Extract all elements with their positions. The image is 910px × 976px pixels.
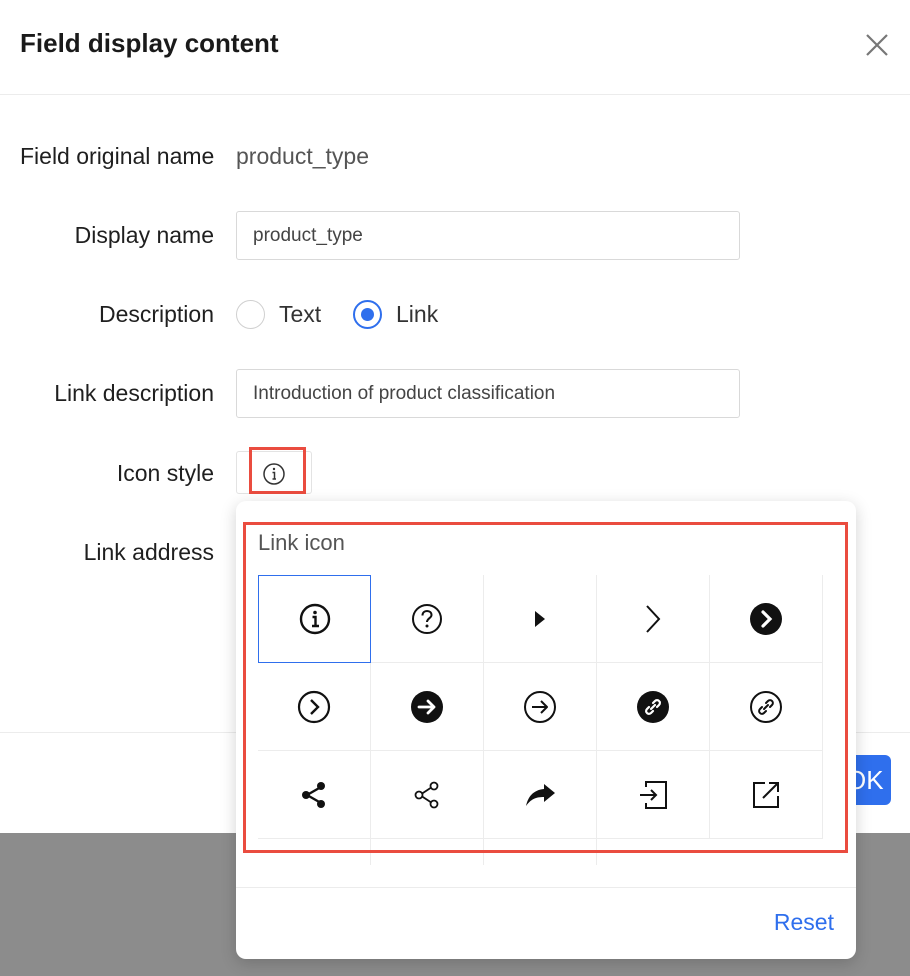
link-circle-icon xyxy=(750,690,782,723)
icon-cell-info[interactable] xyxy=(258,575,371,663)
icon-cell-link-circle[interactable] xyxy=(710,663,823,751)
radio-link-circle[interactable] xyxy=(353,300,382,329)
link-filled-circle-icon xyxy=(637,690,669,723)
login-box-icon xyxy=(640,780,667,809)
reset-link[interactable]: Reset xyxy=(774,909,834,936)
radio-text-circle[interactable] xyxy=(236,300,265,329)
icon-cell-arrow-filled[interactable] xyxy=(371,663,484,751)
link-description-input[interactable] xyxy=(236,369,740,418)
display-name-input[interactable] xyxy=(236,211,740,260)
icon-cell-login-box[interactable] xyxy=(597,751,710,839)
display-name-label: Display name xyxy=(74,222,214,248)
original-name-value: product_type xyxy=(236,143,369,169)
icon-cell-chevron-circle[interactable] xyxy=(258,663,371,751)
icon-grid xyxy=(258,575,826,865)
icon-cell-share-outline[interactable] xyxy=(371,751,484,839)
icon-cell-external-link[interactable] xyxy=(710,751,823,839)
popover-divider xyxy=(236,887,856,888)
share-outline-icon xyxy=(414,781,439,808)
icon-cell-question[interactable] xyxy=(371,575,484,663)
icon-cell-arrow-circle[interactable] xyxy=(484,663,597,751)
icon-cell-caret-right[interactable] xyxy=(484,575,597,663)
icon-style-label: Icon style xyxy=(116,460,214,486)
link-address-label: Link address xyxy=(83,539,214,565)
chevron-right-icon xyxy=(646,604,661,633)
icon-cell-partial-1 xyxy=(258,839,371,865)
radio-text-label: Text xyxy=(279,301,322,327)
close-icon[interactable] xyxy=(860,28,894,62)
icon-cell-partial-2 xyxy=(371,839,484,865)
info-circle-icon xyxy=(299,603,330,635)
caret-right-icon xyxy=(535,610,545,627)
chevron-right-filled-circle-icon xyxy=(750,602,782,635)
arrow-right-filled-circle-icon xyxy=(411,690,443,723)
icon-cell-share-filled[interactable] xyxy=(258,751,371,839)
dialog-header: Field display content xyxy=(0,0,910,95)
chevron-right-circle-icon xyxy=(297,690,331,723)
link-description-label: Link description xyxy=(54,380,214,406)
description-label: Description xyxy=(98,301,214,327)
link-icon-popover: Link icon Reset xyxy=(236,501,856,959)
forward-arrow-icon xyxy=(526,783,555,806)
icon-cell-forward[interactable] xyxy=(484,751,597,839)
icon-cell-partial-3 xyxy=(484,839,597,865)
icon-cell-link-filled[interactable] xyxy=(597,663,710,751)
original-name-label: Field original name xyxy=(20,143,215,169)
radio-link-label: Link xyxy=(396,301,439,327)
icon-cell-partial-4 xyxy=(597,839,710,865)
popover-title: Link icon xyxy=(258,530,345,555)
radio-link[interactable]: Link xyxy=(353,300,438,329)
radio-text[interactable]: Text xyxy=(236,300,321,329)
question-circle-icon xyxy=(412,603,442,634)
icon-cell-chevron-filled[interactable] xyxy=(710,575,823,663)
arrow-right-circle-icon xyxy=(524,690,556,723)
icon-cell-chevron-right[interactable] xyxy=(597,575,710,663)
external-link-icon xyxy=(753,781,779,808)
icon-style-highlight-box xyxy=(249,447,306,494)
dialog-title: Field display content xyxy=(20,28,279,58)
share-filled-icon xyxy=(302,781,325,808)
